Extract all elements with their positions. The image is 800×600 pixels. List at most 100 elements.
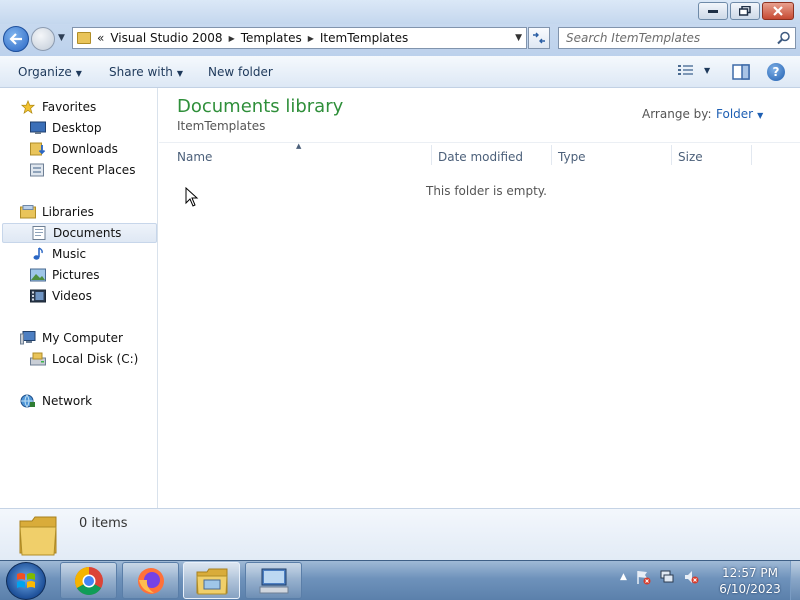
nav-documents[interactable]: Documents <box>2 223 157 243</box>
computer-icon <box>20 331 36 345</box>
nav-pictures-label: Pictures <box>52 268 100 282</box>
search-icon[interactable] <box>777 31 791 45</box>
column-header-date-modified[interactable]: Date modified <box>438 150 523 164</box>
nav-my-computer-label: My Computer <box>42 331 123 345</box>
taskbar-remote-desktop[interactable] <box>245 562 302 599</box>
taskbar: ▲ 12:57 PM 6/10/2023 <box>0 560 800 600</box>
maximize-icon <box>739 6 751 16</box>
desktop-icon <box>30 121 46 134</box>
nav-downloads-label: Downloads <box>52 142 118 156</box>
maximize-button[interactable] <box>730 2 760 20</box>
nav-local-disk-label: Local Disk (C:) <box>52 352 139 366</box>
taskbar-clock[interactable]: 12:57 PM 6/10/2023 <box>712 565 788 597</box>
chevron-down-icon: ▼ <box>704 65 711 75</box>
breadcrumb-overflow[interactable]: « <box>97 31 104 45</box>
taskbar-chrome[interactable] <box>60 562 117 599</box>
address-dropdown-icon[interactable]: ▼ <box>515 33 522 43</box>
search-input[interactable] <box>559 28 759 48</box>
column-header-type[interactable]: Type <box>558 150 586 164</box>
library-subtitle: ItemTemplates <box>177 119 266 133</box>
breadcrumb-visual-studio-2008[interactable]: Visual Studio 2008 <box>110 31 222 45</box>
start-button[interactable] <box>6 562 46 600</box>
nav-libraries-label: Libraries <box>42 205 94 219</box>
column-divider[interactable] <box>551 145 552 165</box>
minimize-button[interactable] <box>698 2 728 20</box>
item-count: 0 items <box>79 516 128 531</box>
volume-muted-icon[interactable] <box>683 569 699 585</box>
nav-libraries[interactable]: Libraries <box>20 202 177 222</box>
change-view-button[interactable]: ▼ <box>678 64 710 76</box>
nav-recent-places-label: Recent Places <box>52 163 136 177</box>
explorer-icon <box>195 568 228 594</box>
nav-music-label: Music <box>52 247 87 261</box>
nav-favorites[interactable]: Favorites <box>20 97 177 117</box>
nav-favorites-label: Favorites <box>42 100 97 114</box>
column-divider[interactable] <box>671 145 672 165</box>
minimize-icon <box>708 10 718 13</box>
column-divider[interactable] <box>431 145 432 165</box>
chrome-icon <box>74 566 103 595</box>
taskbar-explorer[interactable] <box>183 562 240 599</box>
nav-documents-label: Documents <box>53 226 122 240</box>
chevron-down-icon: ▼ <box>176 69 184 78</box>
organize-button[interactable]: Organize ▼ <box>18 65 82 79</box>
arrange-by-dropdown[interactable]: Folder ▼ <box>716 107 763 121</box>
help-button[interactable]: ? <box>767 63 785 81</box>
column-header-size[interactable]: Size <box>678 150 703 164</box>
music-icon <box>33 247 43 260</box>
chevron-down-icon: ▼ <box>75 69 82 78</box>
folder-icon <box>19 516 57 556</box>
show-hidden-icons-icon[interactable]: ▲ <box>620 572 627 582</box>
details-pane: 0 items <box>0 508 800 560</box>
title-bar <box>0 0 800 24</box>
library-title: Documents library <box>177 96 344 117</box>
mouse-cursor-icon <box>185 187 199 207</box>
new-folder-button[interactable]: New folder <box>208 65 273 79</box>
back-arrow-icon <box>9 33 22 45</box>
column-divider[interactable] <box>751 145 752 165</box>
preview-pane-icon[interactable] <box>732 64 750 80</box>
organize-label: Organize <box>18 65 72 79</box>
address-bar[interactable]: « Visual Studio 2008 ▶ Templates ▶ ItemT… <box>72 27 527 49</box>
nav-network[interactable]: Network <box>20 391 177 411</box>
column-header-name[interactable]: Name <box>177 150 212 164</box>
star-icon <box>20 100 36 114</box>
show-desktop-button[interactable] <box>790 561 800 600</box>
share-with-button[interactable]: Share with ▼ <box>109 65 183 79</box>
column-headers: ▲ Name Date modified Type Size <box>159 142 800 168</box>
recent-pages-dropdown[interactable]: ▼ <box>58 33 65 43</box>
breadcrumb-templates[interactable]: Templates <box>241 31 302 45</box>
close-icon <box>773 6 783 16</box>
videos-icon <box>30 289 46 303</box>
back-button[interactable] <box>3 26 29 52</box>
system-tray: ▲ <box>620 569 699 585</box>
recent-places-icon <box>30 163 44 177</box>
local-disk-icon <box>30 352 46 366</box>
downloads-folder-icon <box>30 142 46 156</box>
content-pane: Documents library ItemTemplates Arrange … <box>159 88 800 508</box>
window-controls <box>698 2 794 20</box>
network-status-icon[interactable] <box>659 569 675 585</box>
forward-button[interactable] <box>31 27 55 51</box>
search-box <box>558 27 796 49</box>
clock-time: 12:57 PM <box>722 566 778 580</box>
chevron-down-icon: ▼ <box>757 111 764 120</box>
view-list-icon <box>678 65 693 75</box>
nav-desktop-label: Desktop <box>52 121 102 135</box>
action-center-flag-icon[interactable] <box>635 569 651 585</box>
breadcrumb-itemtemplates[interactable]: ItemTemplates <box>320 31 408 45</box>
command-bar: Organize ▼ Share with ▼ New folder ▼ ? <box>0 56 800 88</box>
share-with-label: Share with <box>109 65 173 79</box>
nav-my-computer[interactable]: My Computer <box>20 328 177 348</box>
address-row: ▼ « Visual Studio 2008 ▶ Templates ▶ Ite… <box>0 24 800 56</box>
close-button[interactable] <box>762 2 794 20</box>
nav-videos-label: Videos <box>52 289 92 303</box>
breadcrumb-separator-icon[interactable]: ▶ <box>308 34 314 43</box>
breadcrumb-separator-icon[interactable]: ▶ <box>229 34 235 43</box>
refresh-button[interactable] <box>528 27 550 49</box>
empty-folder-message: This folder is empty. <box>426 184 547 198</box>
navigation-pane: Favorites Desktop Downloads Recent Place… <box>0 88 158 508</box>
arrange-by-label: Arrange by: <box>642 107 712 121</box>
taskbar-firefox[interactable] <box>122 562 179 599</box>
clock-date: 6/10/2023 <box>719 582 781 596</box>
